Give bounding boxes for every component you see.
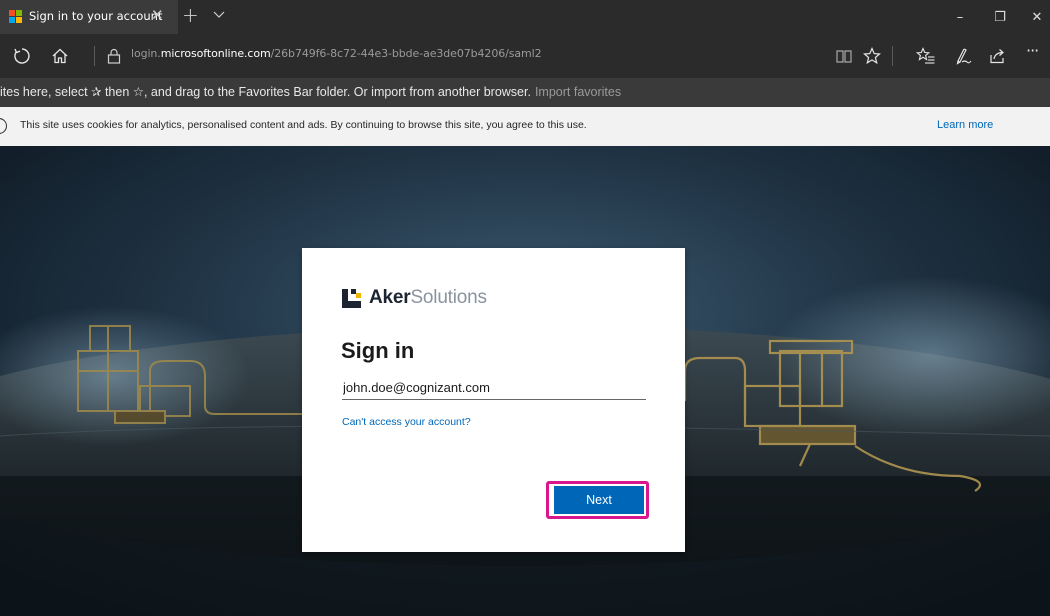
share-icon[interactable] [987, 46, 1007, 66]
favorites-hint-message: ites here, select ✰ then ☆, and drag to … [0, 85, 531, 99]
aker-solutions-logo-icon [342, 288, 361, 308]
new-tab-button[interactable]: + [182, 3, 199, 27]
more-icon[interactable]: ··· [1026, 41, 1050, 61]
chevron-down-icon[interactable] [212, 8, 226, 22]
cookie-banner: This site uses cookies for analytics, pe… [0, 107, 1050, 146]
restore-button[interactable]: ❐ [983, 0, 1017, 34]
close-window-button[interactable]: ✕ [1020, 0, 1050, 34]
next-button-highlight: Next [546, 481, 649, 519]
url-path: /26b749f6-8c72-44e3-bbde-ae3de07b4206/sa… [270, 47, 542, 60]
refresh-icon[interactable] [12, 46, 32, 66]
brand-logo: AkerSolutions [342, 287, 487, 309]
info-icon [0, 118, 7, 134]
address-bar-url[interactable]: login.microsoftonline.com/26b749f6-8c72-… [131, 47, 542, 60]
browser-navigation-bar: login.microsoftonline.com/26b749f6-8c72-… [0, 34, 1050, 78]
minimize-button[interactable]: – [943, 0, 977, 34]
learn-more-link[interactable]: Learn more [937, 119, 993, 131]
cant-access-account-link[interactable]: Can't access your account? [342, 416, 471, 428]
import-favorites-link[interactable]: Import favorites [535, 85, 621, 99]
brand-name-light: Solutions [410, 287, 487, 308]
brand-name-bold: Aker [369, 287, 411, 308]
next-button[interactable]: Next [551, 486, 644, 514]
signin-card: AkerSolutions Sign in Can't access your … [302, 248, 685, 552]
favorites-hint-bar: ites here, select ✰ then ☆, and drag to … [0, 78, 1050, 107]
brand-name: AkerSolutions [369, 287, 487, 309]
cookie-banner-text: This site uses cookies for analytics, pe… [20, 119, 587, 131]
browser-tab[interactable]: Sign in to your account ✕ [0, 0, 178, 34]
favorite-star-icon[interactable] [862, 46, 882, 66]
favorites-hint-text: ites here, select ✰ then ☆, and drag to … [0, 84, 621, 99]
pen-icon[interactable] [953, 46, 973, 66]
url-prefix: login. [131, 47, 161, 60]
lock-icon[interactable] [104, 46, 124, 66]
tab-close-icon[interactable]: ✕ [151, 6, 164, 24]
microsoft-logo-icon [9, 10, 22, 23]
toolbar-separator [94, 46, 95, 66]
toolbar-separator [892, 46, 893, 66]
reading-view-icon[interactable] [834, 46, 854, 66]
tab-title: Sign in to your account [29, 9, 163, 23]
email-field[interactable] [342, 376, 646, 400]
page-title: Sign in [341, 338, 415, 363]
url-host: microsoftonline.com [160, 47, 271, 60]
favorites-list-icon[interactable] [916, 46, 936, 66]
home-icon[interactable] [50, 46, 70, 66]
browser-title-bar: Sign in to your account ✕ + – ❐ ✕ [0, 0, 1050, 34]
